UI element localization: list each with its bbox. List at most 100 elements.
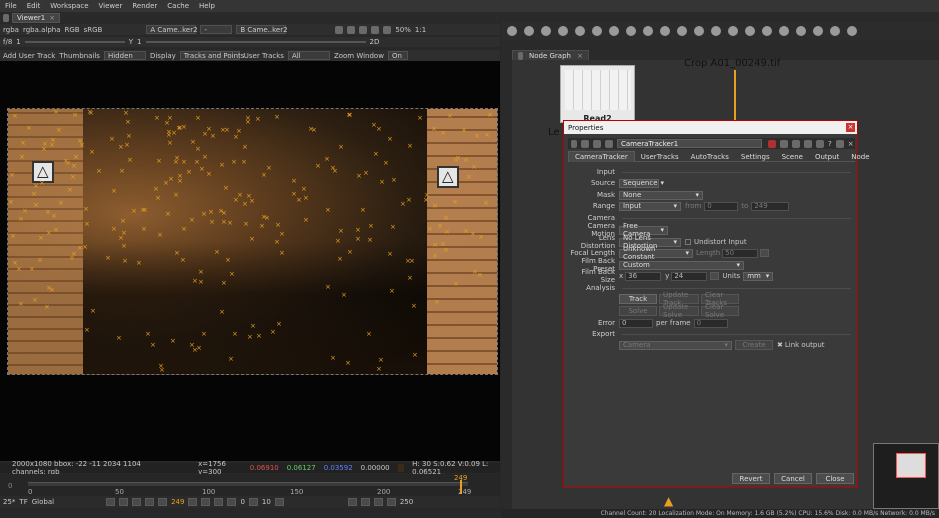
- track-point[interactable]: ×: [233, 197, 239, 204]
- deep-icon[interactable]: [796, 26, 806, 36]
- close-icon[interactable]: ×: [577, 52, 583, 60]
- float-icon[interactable]: [816, 139, 824, 148]
- track-point[interactable]: ×: [363, 170, 369, 177]
- menu-workspace[interactable]: Workspace: [45, 2, 93, 10]
- track-point[interactable]: ×: [88, 110, 94, 117]
- track-point[interactable]: ×: [218, 208, 224, 215]
- track-point[interactable]: ×: [431, 126, 437, 133]
- track-point[interactable]: ×: [246, 193, 252, 200]
- tab-scene[interactable]: Scene: [776, 151, 809, 162]
- track-point[interactable]: ×: [367, 237, 373, 244]
- track-point[interactable]: ×: [181, 226, 187, 233]
- image-icon[interactable]: [507, 26, 517, 36]
- settings-icon[interactable]: [581, 139, 589, 148]
- track-point[interactable]: ×: [156, 158, 162, 165]
- track-point[interactable]: ×: [330, 355, 336, 362]
- playhead[interactable]: [460, 480, 462, 494]
- track-point[interactable]: ×: [325, 284, 331, 291]
- track-point[interactable]: ×: [432, 242, 438, 249]
- track-point[interactable]: ×: [471, 164, 477, 171]
- units-dropdown[interactable]: mm ▾: [743, 271, 774, 281]
- gamma-slider[interactable]: [145, 41, 366, 43]
- track-point[interactable]: ×: [256, 333, 262, 340]
- track-point[interactable]: ×: [270, 329, 276, 336]
- draw-icon[interactable]: [524, 26, 534, 36]
- track-point[interactable]: ×: [466, 174, 472, 181]
- tab-settings[interactable]: Settings: [735, 151, 776, 162]
- play-icon[interactable]: [188, 498, 198, 506]
- track-point[interactable]: ×: [38, 235, 44, 242]
- track-point[interactable]: ×: [231, 159, 237, 166]
- track-point[interactable]: ×: [315, 163, 321, 170]
- track-point[interactable]: ×: [181, 159, 187, 166]
- track-point[interactable]: ×: [165, 211, 171, 218]
- alpha-dropdown[interactable]: rgba.alpha: [23, 26, 61, 34]
- track-point[interactable]: ×: [453, 281, 459, 288]
- track-point[interactable]: ×: [118, 144, 124, 151]
- track-point[interactable]: ×: [33, 183, 39, 190]
- track-point[interactable]: ×: [31, 191, 37, 198]
- track-point[interactable]: ×: [400, 201, 406, 208]
- scripts-icon[interactable]: [830, 26, 840, 36]
- track-point[interactable]: ×: [472, 269, 478, 276]
- view-mode-dropdown[interactable]: 2D: [370, 38, 380, 46]
- refresh-icon[interactable]: [359, 25, 368, 34]
- toolsets-icon[interactable]: [711, 26, 721, 36]
- read-node[interactable]: Read2: [560, 65, 635, 123]
- track-point[interactable]: ×: [236, 128, 242, 135]
- track-point[interactable]: ×: [206, 171, 212, 178]
- track-point[interactable]: ×: [19, 154, 25, 161]
- track-point[interactable]: ×: [153, 186, 159, 193]
- menu-viewer[interactable]: Viewer: [94, 2, 128, 10]
- help-icon[interactable]: [605, 139, 613, 148]
- pause-icon[interactable]: [371, 25, 380, 34]
- track-point[interactable]: ×: [250, 323, 256, 330]
- track-point[interactable]: ×: [434, 299, 440, 306]
- track-point[interactable]: ×: [116, 335, 122, 342]
- track-point[interactable]: ×: [301, 186, 307, 193]
- track-point[interactable]: ×: [192, 278, 198, 285]
- track-point[interactable]: ×: [157, 232, 163, 239]
- track-point[interactable]: ×: [411, 303, 417, 310]
- track-point[interactable]: ×: [150, 342, 156, 349]
- close-icon[interactable]: ×: [848, 140, 854, 148]
- track-point[interactable]: ×: [407, 275, 413, 282]
- track-point[interactable]: ×: [279, 231, 285, 238]
- pane-menu-icon[interactable]: [518, 51, 523, 60]
- track-point[interactable]: ×: [22, 208, 28, 215]
- track-point[interactable]: ×: [174, 250, 180, 257]
- viewer-icon[interactable]: [593, 139, 601, 148]
- track-point[interactable]: ×: [44, 304, 50, 311]
- track-point[interactable]: ×: [171, 130, 177, 137]
- track-point[interactable]: ×: [345, 360, 351, 367]
- track-point[interactable]: ×: [452, 199, 458, 206]
- color-mode-dropdown[interactable]: RGB: [65, 26, 80, 34]
- track-point[interactable]: ×: [79, 142, 85, 149]
- track-point[interactable]: ×: [387, 251, 393, 258]
- track-point[interactable]: ×: [119, 168, 125, 175]
- track-point[interactable]: ×: [194, 159, 200, 166]
- track-point[interactable]: ×: [209, 219, 215, 226]
- metadata-icon[interactable]: [694, 26, 704, 36]
- track-point[interactable]: ×: [170, 338, 176, 345]
- track-point[interactable]: ×: [180, 257, 186, 264]
- lut-dropdown[interactable]: sRGB: [84, 26, 103, 34]
- tab-node[interactable]: Node: [845, 151, 875, 162]
- tab-viewer[interactable]: Viewer1 ×: [12, 12, 61, 23]
- step-forward-icon[interactable]: [214, 498, 224, 506]
- track-point[interactable]: ×: [20, 140, 26, 147]
- timeline[interactable]: 0 0 50 100 150 200 249 249: [0, 474, 500, 496]
- properties-title-bar[interactable]: Properties ×: [564, 121, 857, 134]
- track-point[interactable]: ×: [477, 272, 483, 279]
- track-point[interactable]: ×: [65, 160, 71, 167]
- revert-button[interactable]: Revert: [732, 473, 770, 484]
- keyer-icon[interactable]: [609, 26, 619, 36]
- track-point[interactable]: ×: [229, 271, 235, 278]
- track-point[interactable]: ×: [463, 157, 469, 164]
- tab-output[interactable]: Output: [809, 151, 845, 162]
- track-button[interactable]: Track: [619, 294, 657, 304]
- time-icon[interactable]: [541, 26, 551, 36]
- track-point[interactable]: ×: [159, 367, 165, 374]
- track-point[interactable]: ×: [311, 127, 317, 134]
- track-point[interactable]: ×: [126, 133, 132, 140]
